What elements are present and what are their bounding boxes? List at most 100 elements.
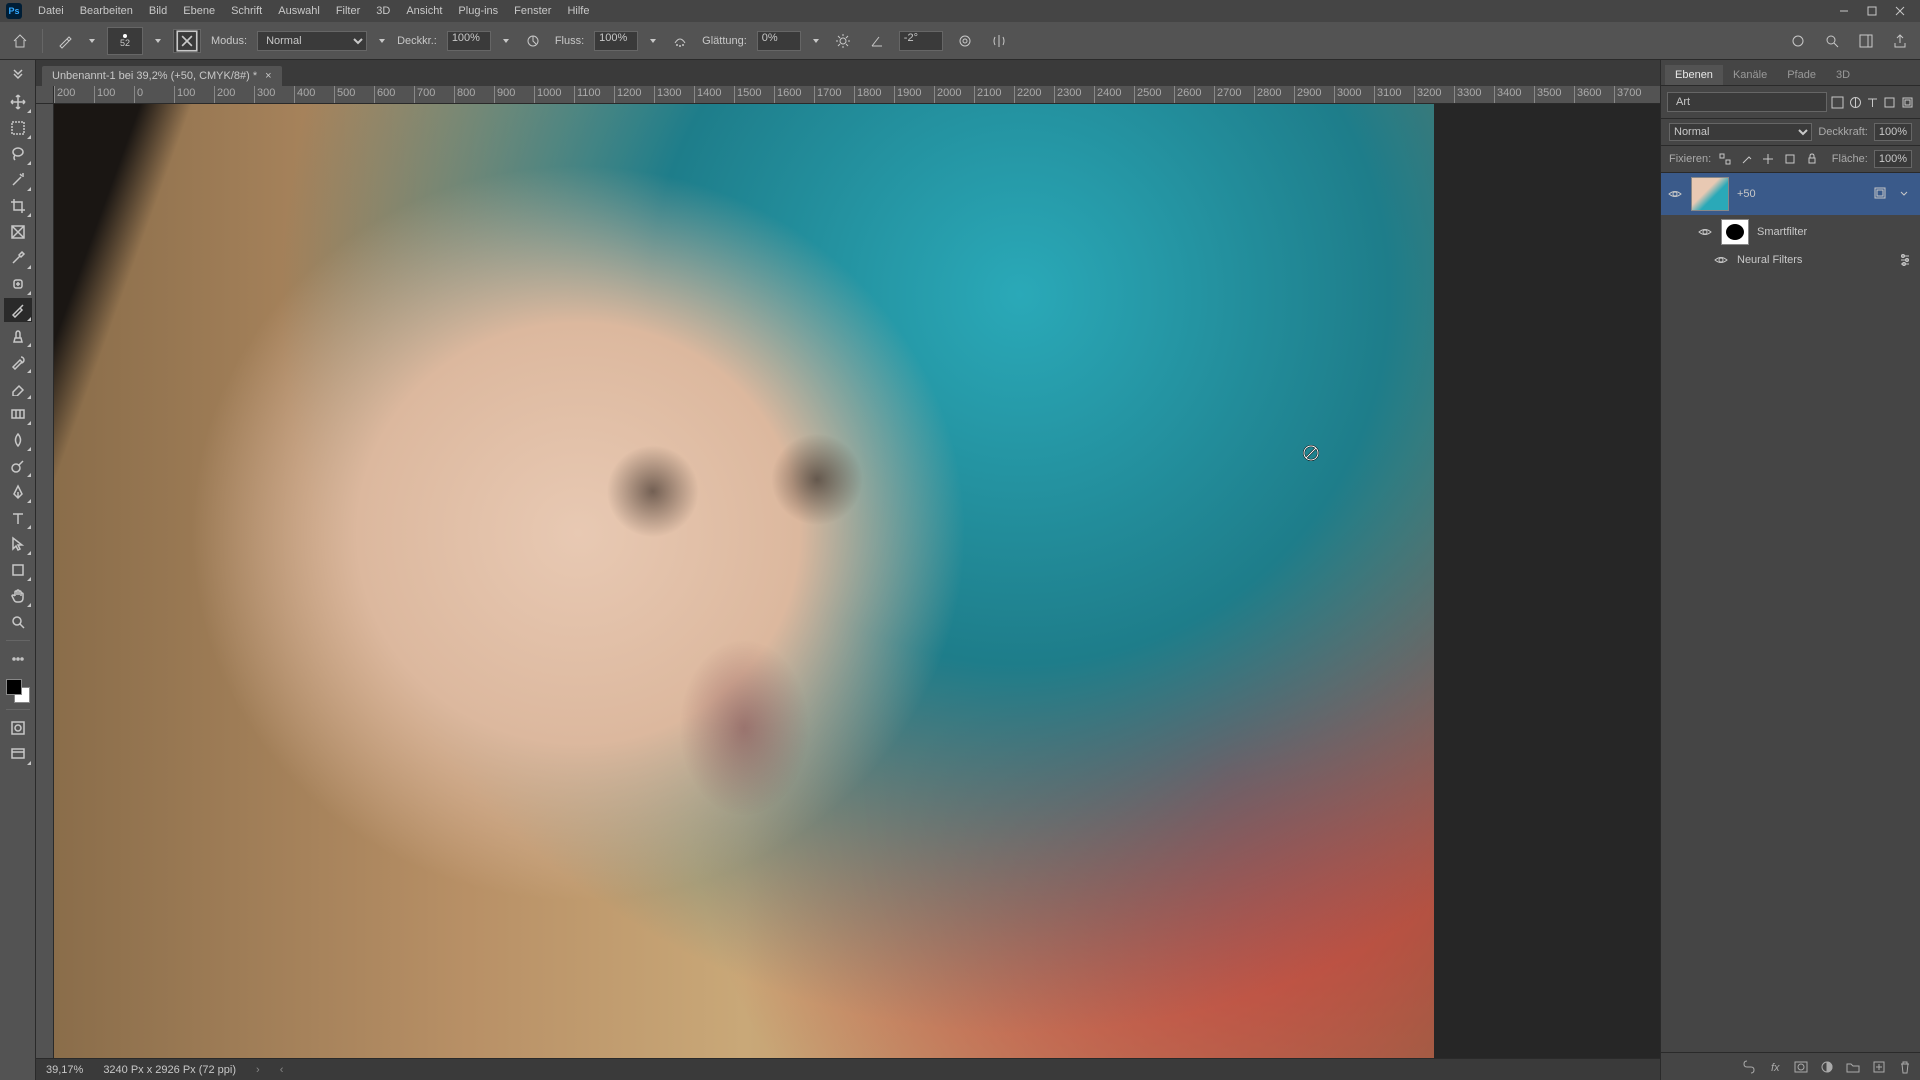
tab-3d[interactable]: 3D <box>1826 65 1860 85</box>
document-tab[interactable]: Unbenannt-1 bei 39,2% (+50, CMYK/8#) * × <box>42 66 282 86</box>
layer-filter-input[interactable] <box>1676 96 1818 108</box>
layer-visibility-toggle[interactable] <box>1697 225 1713 239</box>
layer-row-neural-filters[interactable]: Neural Filters <box>1661 249 1920 271</box>
layer-visibility-toggle[interactable] <box>1667 187 1683 201</box>
ruler-horizontal[interactable]: 2001000100200300400500600700800900100011… <box>54 86 1660 104</box>
move-tool[interactable] <box>4 90 32 114</box>
pen-tool[interactable] <box>4 480 32 504</box>
lock-position-icon[interactable] <box>1761 151 1777 167</box>
brush-settings-toggle[interactable] <box>173 29 201 53</box>
smoothing-options-button[interactable] <box>831 29 855 53</box>
menu-select[interactable]: Auswahl <box>270 2 328 20</box>
tab-channels[interactable]: Kanäle <box>1723 65 1777 85</box>
window-maximize-button[interactable] <box>1858 0 1886 22</box>
window-minimize-button[interactable] <box>1830 0 1858 22</box>
tool-preset-button[interactable] <box>53 29 77 53</box>
angle-input[interactable]: -2° <box>899 31 943 51</box>
hand-tool[interactable] <box>4 584 32 608</box>
opacity-pressure-toggle[interactable] <box>521 29 545 53</box>
filter-blending-options-icon[interactable] <box>1896 253 1914 267</box>
layer-row-smartfilter[interactable]: Smartfilter <box>1661 215 1920 249</box>
dodge-tool[interactable] <box>4 454 32 478</box>
delete-layer-button[interactable] <box>1896 1058 1914 1076</box>
edit-toolbar-button[interactable] <box>4 647 32 671</box>
lock-nesting-icon[interactable] <box>1782 151 1798 167</box>
opacity-dropdown[interactable] <box>501 29 511 53</box>
frame-tool[interactable] <box>4 220 32 244</box>
workspace-button[interactable] <box>1854 29 1878 53</box>
ruler-vertical[interactable] <box>36 86 54 1058</box>
status-arrow-right[interactable]: › <box>256 1064 260 1076</box>
filter-adjustment-icon[interactable] <box>1848 93 1861 111</box>
layer-opacity-input[interactable]: 100% <box>1874 123 1912 141</box>
fill-input[interactable]: 100% <box>1874 150 1912 168</box>
path-selection-tool[interactable] <box>4 532 32 556</box>
blend-mode-dropdown[interactable] <box>377 29 387 53</box>
eraser-tool[interactable] <box>4 376 32 400</box>
layer-name[interactable]: Neural Filters <box>1737 254 1888 266</box>
menu-edit[interactable]: Bearbeiten <box>72 2 141 20</box>
smoothing-input[interactable]: 0% <box>757 31 801 51</box>
menu-help[interactable]: Hilfe <box>559 2 597 20</box>
lasso-tool[interactable] <box>4 142 32 166</box>
layer-thumbnail[interactable] <box>1691 177 1729 211</box>
magic-wand-tool[interactable] <box>4 168 32 192</box>
menu-filter[interactable]: Filter <box>328 2 368 20</box>
clone-stamp-tool[interactable] <box>4 324 32 348</box>
window-close-button[interactable] <box>1886 0 1914 22</box>
filter-type-icon[interactable] <box>1866 93 1879 111</box>
flow-dropdown[interactable] <box>648 29 658 53</box>
color-swatches[interactable] <box>6 679 30 703</box>
layer-name[interactable]: +50 <box>1737 188 1866 200</box>
layer-row-smart-object[interactable]: +50 <box>1661 173 1920 215</box>
new-layer-button[interactable] <box>1870 1058 1888 1076</box>
menu-3d[interactable]: 3D <box>368 2 398 20</box>
brush-preset-dropdown[interactable] <box>153 29 163 53</box>
menu-layer[interactable]: Ebene <box>175 2 223 20</box>
adjustment-layer-button[interactable] <box>1818 1058 1836 1076</box>
tab-paths[interactable]: Pfade <box>1777 65 1826 85</box>
tool-preset-dropdown[interactable] <box>87 29 97 53</box>
home-button[interactable] <box>8 29 32 53</box>
menu-image[interactable]: Bild <box>141 2 175 20</box>
tab-layers[interactable]: Ebenen <box>1665 65 1723 85</box>
foreground-color[interactable] <box>6 679 22 695</box>
zoom-tool[interactable] <box>4 610 32 634</box>
lock-all-icon[interactable] <box>1804 151 1820 167</box>
cloud-docs-button[interactable] <box>1786 29 1810 53</box>
shape-tool[interactable] <box>4 558 32 582</box>
layer-style-button[interactable]: fx <box>1766 1058 1784 1076</box>
type-tool[interactable] <box>4 506 32 530</box>
status-dimensions[interactable]: 3240 Px x 2926 Px (72 ppi) <box>103 1064 236 1076</box>
lock-image-icon[interactable] <box>1739 151 1755 167</box>
menu-type[interactable]: Schrift <box>223 2 270 20</box>
screen-mode-button[interactable] <box>4 742 32 766</box>
link-layers-button[interactable] <box>1740 1058 1758 1076</box>
layer-mask-button[interactable] <box>1792 1058 1810 1076</box>
status-arrow-left[interactable]: ‹ <box>280 1064 284 1076</box>
search-button[interactable] <box>1820 29 1844 53</box>
blur-tool[interactable] <box>4 428 32 452</box>
gradient-tool[interactable] <box>4 402 32 426</box>
filter-smart-icon[interactable] <box>1901 93 1914 111</box>
menu-window[interactable]: Fenster <box>506 2 559 20</box>
layer-filter-search[interactable] <box>1667 92 1827 112</box>
quick-mask-toggle[interactable] <box>4 716 32 740</box>
flow-input[interactable]: 100% <box>594 31 638 51</box>
filter-mask-thumbnail[interactable] <box>1721 219 1749 245</box>
ruler-origin[interactable] <box>36 86 54 104</box>
brush-preset-picker[interactable]: 52 <box>107 27 143 55</box>
canvas[interactable] <box>54 104 1660 1058</box>
menu-view[interactable]: Ansicht <box>398 2 450 20</box>
collapse-toolbox-button[interactable] <box>4 64 32 88</box>
share-button[interactable] <box>1888 29 1912 53</box>
symmetry-button[interactable] <box>987 29 1011 53</box>
menu-file[interactable]: Datei <box>30 2 72 20</box>
group-layers-button[interactable] <box>1844 1058 1862 1076</box>
lock-transparency-icon[interactable] <box>1717 151 1733 167</box>
marquee-tool[interactable] <box>4 116 32 140</box>
layer-visibility-toggle[interactable] <box>1713 253 1729 267</box>
layer-expand-icon[interactable] <box>1898 187 1914 202</box>
brush-tool[interactable] <box>4 298 32 322</box>
eyedropper-tool[interactable] <box>4 246 32 270</box>
